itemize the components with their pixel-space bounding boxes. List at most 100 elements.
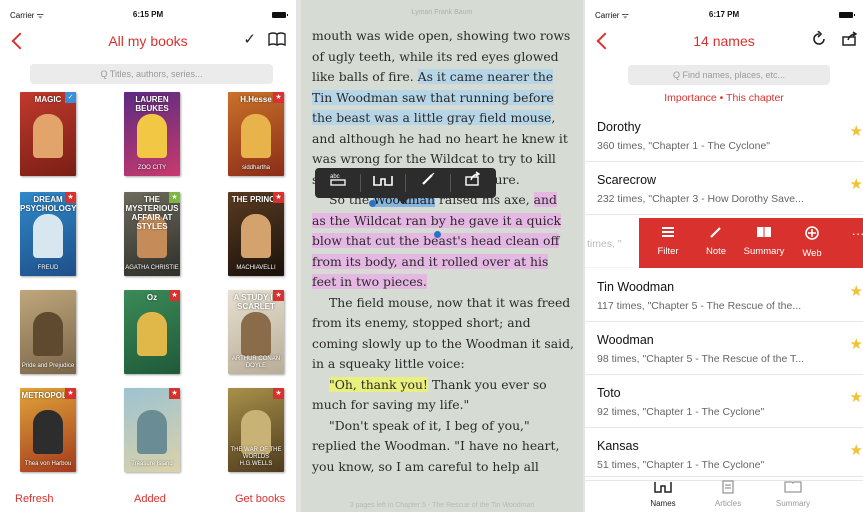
- character-name: Toto: [597, 386, 621, 400]
- battery-icon: [272, 12, 288, 18]
- cover-illustration: [33, 410, 63, 454]
- book-cover[interactable]: Treasure Island ★: [124, 388, 180, 472]
- paragraph: The field mouse, now that it was freed f…: [312, 294, 574, 372]
- cover-illustration: [241, 114, 271, 158]
- names-navbar: 14 names: [585, 26, 863, 58]
- ellipsis-icon: ···: [851, 226, 863, 241]
- library-navbar: All my books ✓: [0, 26, 296, 58]
- book-cover[interactable]: THE MYSTERIOUS AFFAIR AT STYLES AGATHA CH…: [124, 192, 180, 276]
- character-name: Tin Woodman: [597, 280, 675, 294]
- book-cover[interactable]: DREAM PSYCHOLOGY FREUD ★: [20, 192, 76, 276]
- cover-illustration: [241, 214, 271, 258]
- status-bar: Carrier ᯤ 6:15 PM: [0, 0, 296, 22]
- new-badge-icon: ★: [65, 192, 76, 203]
- star-icon[interactable]: ★: [850, 122, 863, 140]
- green-highlight[interactable]: "Oh, thank you!: [329, 376, 428, 392]
- names-screen: Carrier ᯤ 6:17 PM 14 names Q Find names,…: [585, 0, 863, 512]
- cover-illustration: [33, 214, 63, 258]
- book-cover[interactable]: Pride and Prejudice: [20, 290, 76, 374]
- book-title: LAUREN BEUKES: [135, 95, 169, 113]
- library-screen: Carrier ᯤ 6:15 PM All my books ✓ Q Title…: [0, 0, 296, 512]
- pen-icon: [693, 225, 739, 244]
- selection-start-handle[interactable]: [369, 200, 376, 207]
- book-subtitle: Treasure Island: [131, 461, 173, 467]
- checkmark-icon[interactable]: ✓: [243, 30, 256, 48]
- clock: 6:15 PM: [132, 10, 164, 19]
- book-cover[interactable]: LAUREN BEUKES ZOO CITY: [124, 92, 180, 176]
- book-subtitle: FREUD: [37, 265, 59, 271]
- tab-bar: Names Articles Summary: [585, 476, 863, 512]
- filter-action-label: Filter: [657, 246, 679, 257]
- list-item[interactable]: Kansas 51 times, "Chapter 1 - The Cyclone…: [585, 429, 863, 481]
- pen-icon[interactable]: [405, 168, 450, 198]
- library-search-input[interactable]: Q Titles, authors, series...: [30, 64, 273, 84]
- book-author-header: Lyman Frank Baum: [411, 9, 473, 16]
- glasses-icon: [637, 480, 689, 499]
- selection-end-handle[interactable]: [434, 231, 441, 238]
- tab-names[interactable]: Names: [637, 480, 689, 508]
- clock: 6:17 PM: [708, 10, 740, 19]
- cover-illustration: [33, 312, 63, 356]
- get-books-button[interactable]: Get books: [235, 493, 285, 505]
- occurrence-detail: 51 times, "Chapter 1 - The Cyclone": [597, 459, 765, 471]
- more-action[interactable]: ···: [835, 225, 863, 243]
- book-cover[interactable]: METROPOLIS Thea von Harbou ★: [20, 388, 76, 472]
- paragraph: mouth was wide open, showing two rows of…: [312, 26, 574, 190]
- book-subtitle: AGATHA CHRISTIE: [125, 265, 179, 271]
- book-icon[interactable]: [268, 32, 286, 49]
- book-cover[interactable]: THE PRINCE MACHIAVELLI ★: [228, 192, 284, 276]
- cover-illustration: [33, 114, 63, 158]
- names-search-input[interactable]: Q Find names, places, etc...: [628, 65, 830, 85]
- row-action-bar: Filter Note Summary Web ···: [639, 218, 863, 268]
- character-name: Dorothy: [597, 120, 641, 134]
- list-item[interactable]: Woodman 98 times, "Chapter 5 - The Rescue…: [585, 323, 863, 375]
- star-icon[interactable]: ★: [850, 388, 863, 406]
- paragraph: "Oh, thank you! Thank you ever so much f…: [312, 375, 574, 416]
- tab-names-label: Names: [650, 499, 676, 508]
- star-icon[interactable]: ★: [850, 335, 863, 353]
- note-action[interactable]: Note: [693, 225, 739, 257]
- book-cover[interactable]: THE WAR OF THE WORLDS H.G.WELLS ★: [228, 388, 284, 472]
- share-icon[interactable]: [841, 31, 859, 51]
- new-badge-icon: ★: [273, 388, 284, 399]
- book-subtitle: ZOO CITY: [137, 165, 167, 171]
- tab-summary[interactable]: Summary: [767, 480, 819, 508]
- character-name: Scarecrow: [597, 173, 657, 187]
- star-icon[interactable]: ★: [850, 175, 863, 193]
- book-cover[interactable]: MAGIC ✓: [20, 92, 76, 176]
- new-badge-icon: ★: [273, 290, 284, 301]
- star-icon[interactable]: ★: [850, 441, 863, 459]
- share-icon[interactable]: [450, 168, 495, 198]
- search-placeholder: Q Find names, places, etc...: [672, 70, 786, 80]
- book-cover[interactable]: H.Hesse siddhartha ★: [228, 92, 284, 176]
- reader-text[interactable]: mouth was wide open, showing two rows of…: [312, 26, 574, 477]
- compass-icon: [789, 225, 835, 246]
- refresh-button[interactable]: Refresh: [15, 493, 54, 505]
- svg-text:abc: abc: [330, 174, 340, 180]
- list-item[interactable]: Toto 92 times, "Chapter 1 - The Cyclone" ★: [585, 376, 863, 428]
- filter-icon: [645, 225, 691, 244]
- chapter-progress-note: 3 pages left in Chapter 5 - The Rescue o…: [349, 502, 535, 509]
- list-item[interactable]: Scarecrow 232 times, "Chapter 3 - How Dor…: [585, 163, 863, 215]
- star-icon[interactable]: ★: [850, 282, 863, 300]
- sort-filter-label[interactable]: Importance • This chapter: [585, 92, 863, 104]
- note-action-label: Note: [705, 246, 727, 257]
- added-button[interactable]: Added: [134, 493, 166, 505]
- search-placeholder: Q Titles, authors, series...: [100, 69, 203, 79]
- filter-action[interactable]: Filter: [645, 225, 691, 257]
- web-action-label: Web: [802, 248, 822, 259]
- cover-illustration: [137, 114, 167, 158]
- book-subtitle: Pride and Prejudice: [21, 363, 75, 369]
- cover-illustration: [241, 312, 271, 356]
- refresh-icon[interactable]: [811, 30, 827, 51]
- book-cover[interactable]: Oz ★: [124, 290, 180, 374]
- glasses-icon[interactable]: [360, 168, 405, 198]
- summary-action[interactable]: Summary: [741, 225, 787, 257]
- list-item[interactable]: Tin Woodman 117 times, "Chapter 5 - The R…: [585, 270, 863, 322]
- abc-icon[interactable]: abc: [315, 168, 360, 198]
- web-action[interactable]: Web: [789, 225, 835, 259]
- book-cover[interactable]: A STUDY IN SCARLET ARTHUR CONAN DOYLE ★: [228, 290, 284, 374]
- paragraph: So the Woodman raised his axe, and as th…: [312, 190, 574, 293]
- list-item[interactable]: Dorothy 360 times, "Chapter 1 - The Cyclo…: [585, 110, 863, 162]
- tab-articles[interactable]: Articles: [702, 480, 754, 508]
